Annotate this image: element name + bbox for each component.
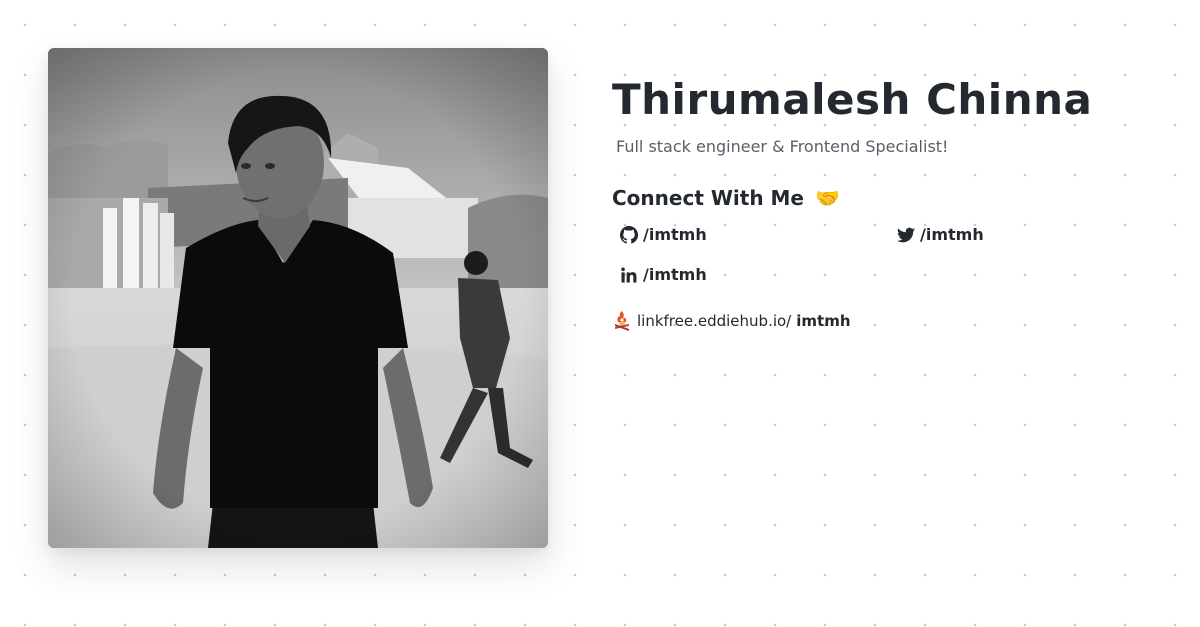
linkfree-logo-icon [615,311,629,331]
linkedin-icon [621,267,637,283]
linkedin-handle: /imtmh [643,265,707,284]
github-handle: /imtmh [643,225,707,244]
social-links: /imtmh /imtmh /imtmh [620,222,1172,288]
linkfree-handle: imtmh [796,312,851,330]
github-link[interactable]: /imtmh [620,222,897,248]
profile-tagline: Full stack engineer & Frontend Specialis… [616,137,949,156]
twitter-handle: /imtmh [920,225,984,244]
twitter-icon [897,227,915,243]
github-icon [620,226,638,244]
profile-photo [48,48,548,548]
handshake-emoji: 🤝 [814,186,840,210]
linkedin-link[interactable]: /imtmh [620,262,897,288]
profile-name: Thirumalesh Chinna [612,75,1093,124]
connect-heading: Connect With Me 🤝 [612,184,1172,212]
profile-info: Thirumalesh Chinna Full stack engineer &… [612,72,1172,332]
twitter-link[interactable]: /imtmh [897,222,1174,248]
linkfree-link[interactable]: linkfree.eddiehub.io/ imtmh [612,310,1172,332]
linkfree-domain: linkfree.eddiehub.io/ [637,312,792,330]
connect-heading-text: Connect With Me [612,186,804,210]
